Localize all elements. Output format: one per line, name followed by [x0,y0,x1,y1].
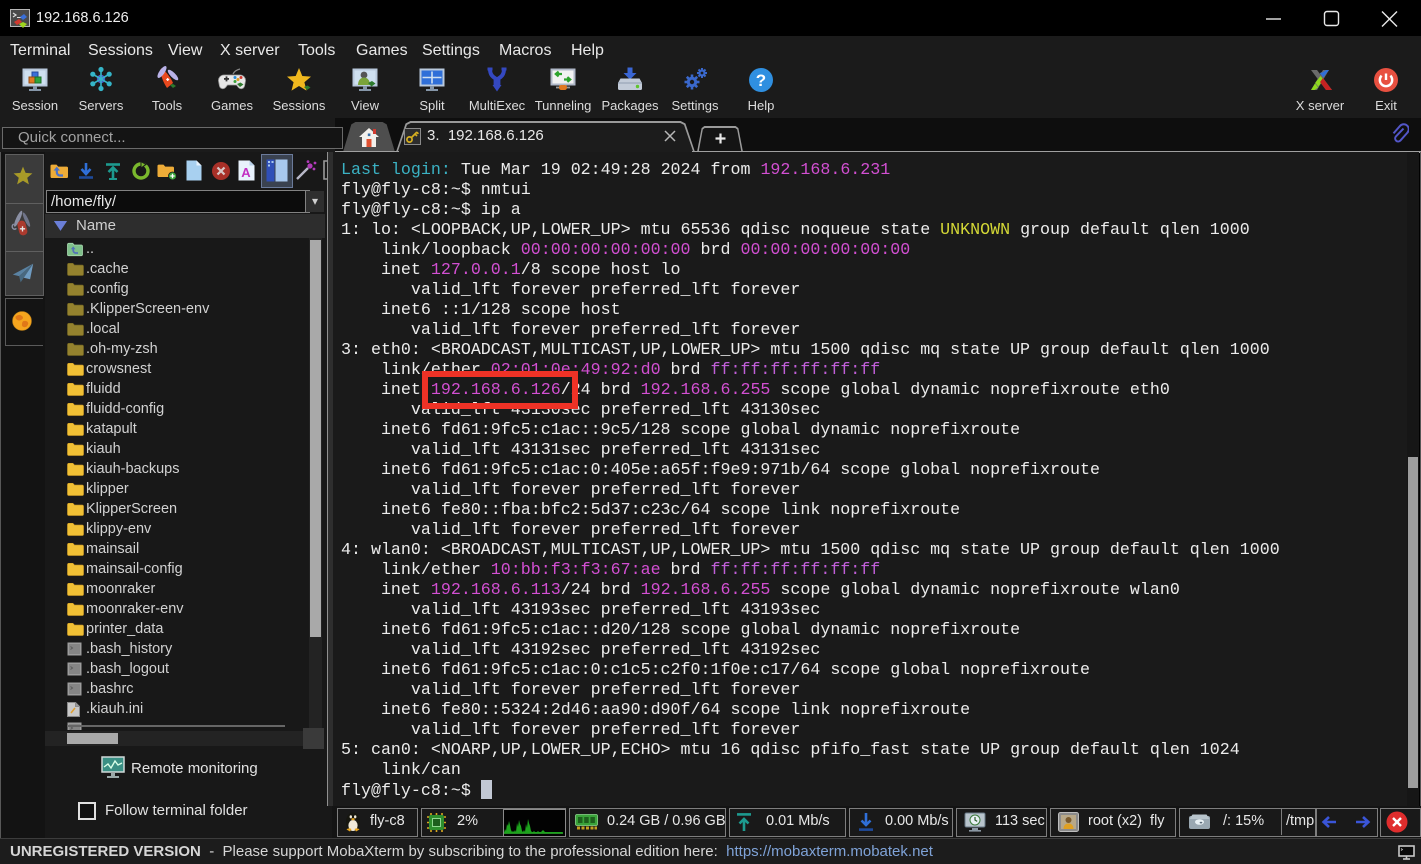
svg-text:A: A [241,165,251,180]
svg-text:?: ? [756,71,766,90]
